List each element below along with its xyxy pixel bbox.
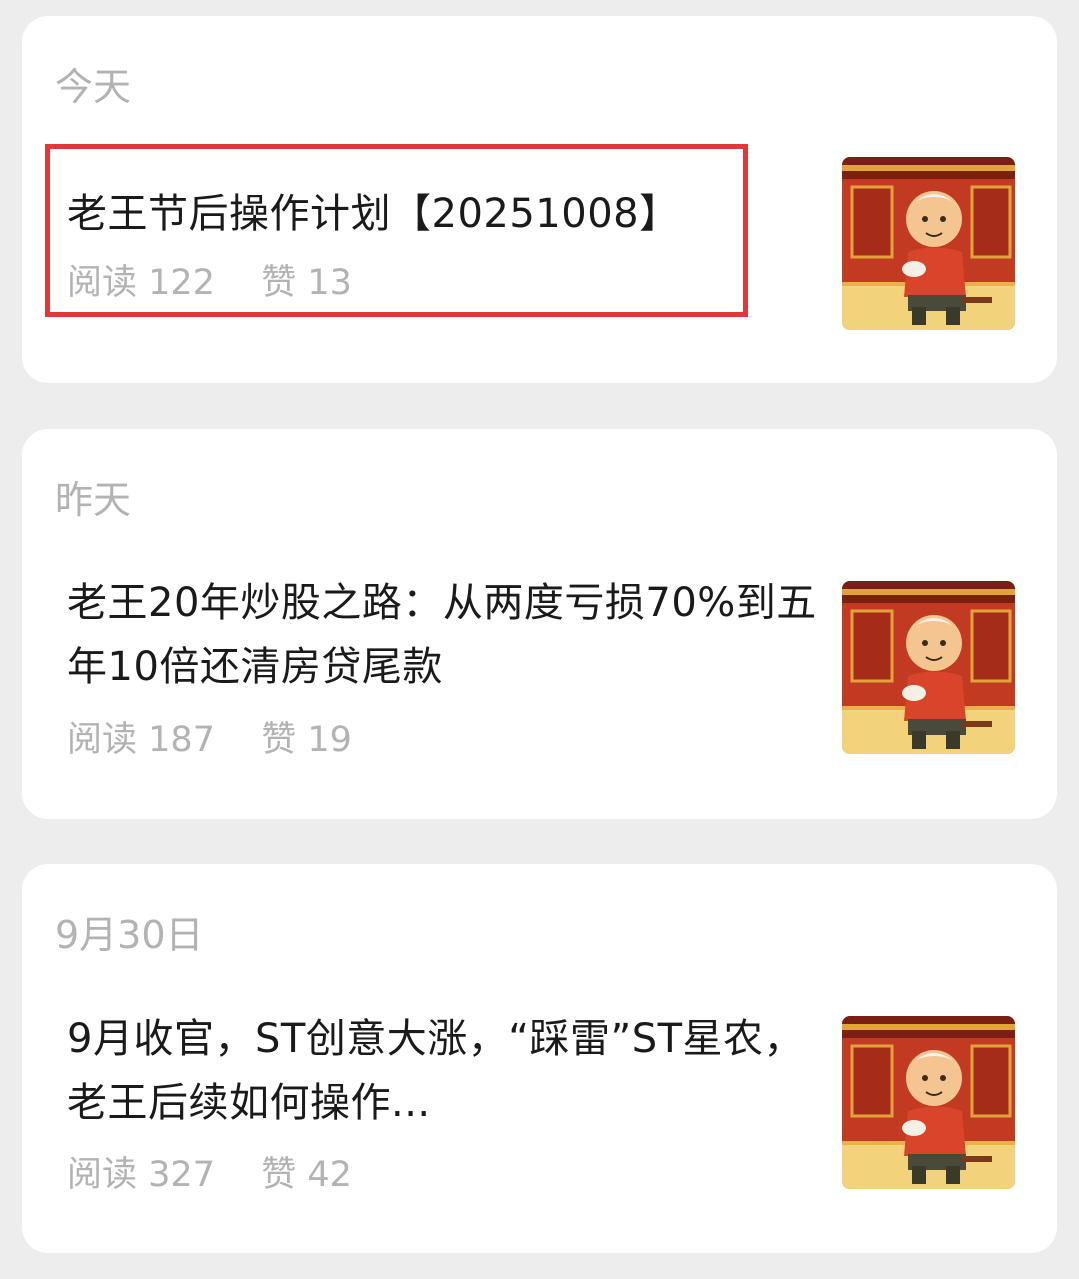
reads-count: 327 <box>148 1155 215 1195</box>
reads-label: 阅读 <box>67 1155 138 1195</box>
article-card-2[interactable]: 昨天 老王20年炒股之路：从两度亏损70%到五年10倍还清房贷尾款 阅读 187… <box>22 429 1057 819</box>
date-header: 今天 <box>55 65 132 109</box>
likes-count: 19 <box>307 720 352 760</box>
article-stats: 阅读 122 赞 13 <box>67 266 352 301</box>
article-title[interactable]: 老王节后操作计划【20251008】 <box>67 182 817 246</box>
date-header: 9月30日 <box>55 913 204 957</box>
old-man-tea-icon <box>842 581 1015 754</box>
reads-label: 阅读 <box>67 720 138 760</box>
article-card-3[interactable]: 9月30日 9月收官，ST创意大涨，“踩雷”ST星农，老王后续如何操作... 阅… <box>22 864 1057 1253</box>
article-thumbnail[interactable] <box>842 1016 1015 1189</box>
old-man-tea-icon <box>842 157 1015 330</box>
likes-count: 42 <box>307 1155 352 1195</box>
likes-label: 赞 <box>261 720 297 760</box>
reads-count: 187 <box>148 720 215 760</box>
article-card-1[interactable]: 今天 老王节后操作计划【20251008】 阅读 122 赞 13 <box>22 16 1057 383</box>
article-stats: 阅读 187 赞 19 <box>67 723 352 758</box>
article-stats: 阅读 327 赞 42 <box>67 1158 352 1193</box>
likes-count: 13 <box>307 263 352 303</box>
reads-count: 122 <box>148 263 215 303</box>
likes-label: 赞 <box>261 263 297 303</box>
reads-label: 阅读 <box>67 263 138 303</box>
article-thumbnail[interactable] <box>842 581 1015 754</box>
old-man-tea-icon <box>842 1016 1015 1189</box>
date-header: 昨天 <box>55 478 132 522</box>
article-title[interactable]: 老王20年炒股之路：从两度亏损70%到五年10倍还清房贷尾款 <box>67 571 817 699</box>
article-title[interactable]: 9月收官，ST创意大涨，“踩雷”ST星农，老王后续如何操作... <box>67 1007 817 1135</box>
article-thumbnail[interactable] <box>842 157 1015 330</box>
likes-label: 赞 <box>261 1155 297 1195</box>
